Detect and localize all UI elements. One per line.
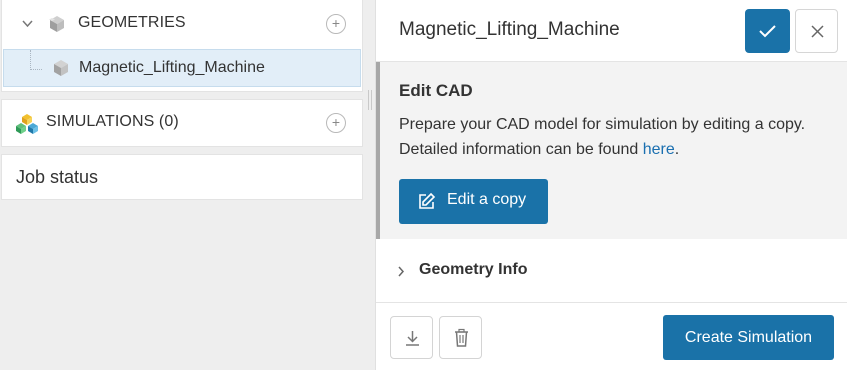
project-tree: GEOMETRIES + Magnetic_Lifting_Machine SI… (0, 0, 364, 370)
panel-header: Magnetic_Lifting_Machine (376, 0, 847, 62)
cube-icon (49, 16, 64, 32)
delete-button[interactable] (439, 316, 482, 359)
job-status-section[interactable]: Job status (1, 154, 363, 200)
geometries-label: GEOMETRIES (78, 14, 186, 31)
close-button[interactable] (795, 9, 838, 53)
geometry-item-label: Magnetic_Lifting_Machine (79, 59, 265, 76)
trash-icon (455, 328, 468, 347)
panel-title: Magnetic_Lifting_Machine (399, 19, 620, 40)
geometries-header[interactable]: GEOMETRIES + (2, 0, 362, 48)
add-simulation-button[interactable]: + (326, 113, 346, 133)
panel-resize-handle[interactable] (368, 90, 372, 110)
edit-copy-label: Edit a copy (447, 191, 527, 208)
edit-cad-description-end: . (674, 141, 680, 158)
edit-cad-description-text: Prepare your CAD model for simulation by… (399, 116, 806, 158)
create-simulation-button[interactable]: Create Simulation (663, 315, 834, 360)
add-geometry-button[interactable]: + (326, 14, 346, 34)
close-icon (811, 25, 824, 38)
simulations-section: SIMULATIONS (0) + (1, 99, 363, 147)
edit-copy-button[interactable]: Edit a copy (399, 179, 548, 224)
edit-cad-section: Edit CAD Prepare your CAD model for simu… (376, 62, 847, 239)
download-icon (406, 331, 419, 346)
simulations-header[interactable]: SIMULATIONS (0) + (2, 100, 362, 146)
tree-connector (30, 50, 42, 70)
check-icon (759, 25, 776, 38)
job-status-label: Job status (16, 167, 99, 187)
panel-footer: Create Simulation (376, 303, 847, 370)
chevron-right-icon (398, 266, 405, 277)
geometry-info-section[interactable]: Geometry Info (376, 239, 847, 303)
chevron-down-icon[interactable] (22, 18, 33, 29)
edit-cad-title: Edit CAD (399, 81, 473, 100)
edit-cad-description: Prepare your CAD model for simulation by… (399, 112, 819, 162)
geometry-info-label: Geometry Info (419, 261, 528, 278)
geometries-section: GEOMETRIES + Magnetic_Lifting_Machine (1, 0, 363, 92)
confirm-button[interactable] (745, 9, 790, 53)
plus-icon: + (331, 114, 341, 130)
edit-icon (419, 192, 436, 209)
detail-panel: Magnetic_Lifting_Machine Edit CAD Prepar… (375, 0, 847, 370)
tree-item-geometry[interactable]: Magnetic_Lifting_Machine (3, 49, 361, 87)
download-button[interactable] (390, 316, 433, 359)
simulation-cubes-icon (16, 114, 38, 134)
help-link[interactable]: here (643, 141, 675, 158)
plus-icon: + (331, 15, 341, 31)
simulations-label: SIMULATIONS (0) (46, 113, 179, 130)
cube-icon (54, 60, 68, 76)
